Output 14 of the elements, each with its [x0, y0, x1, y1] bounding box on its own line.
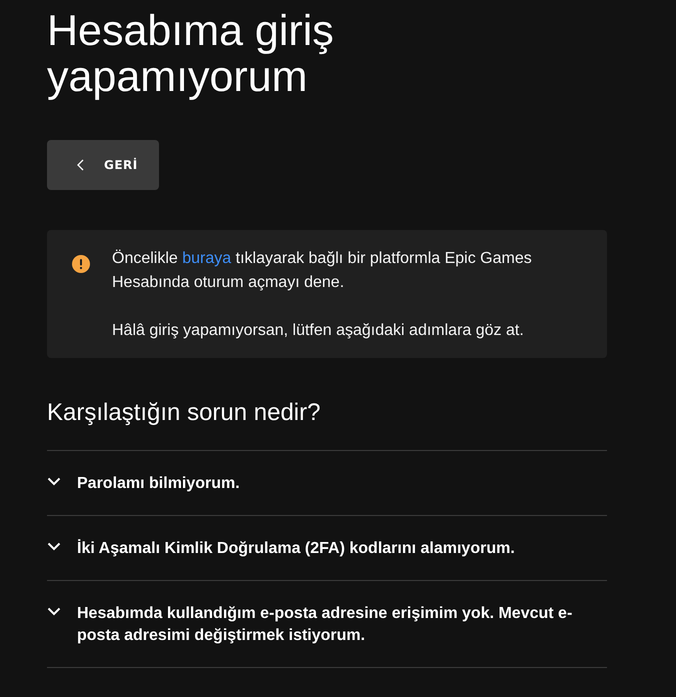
chevron-left-icon [77, 159, 84, 171]
accordion-item[interactable]: Hesabımda kullandığım e-posta adresine erişimim yok. Mevcut e-posta adresimi değiştirmek istiyorum. [47, 581, 607, 668]
accordion-item[interactable]: Parolamı bilmiyorum. [47, 451, 607, 516]
link[interactable]: buraya [182, 250, 232, 267]
chevron-icon [47, 477, 61, 486]
notice-text: Öncelikle buraya tıklayarak bağlı bir platformla Epic Games Hesabında oturum açmayı dene. [112, 248, 533, 293]
notice-text: Hâlâ giriş yapamıyorsan, lütfen aşağıdaki adımlara göz at. [112, 321, 525, 341]
page-title: Hesabıma giriş yapamıyorum [47, 8, 335, 100]
chevron-icon [47, 542, 61, 551]
chevron-icon [47, 607, 61, 616]
warning-icon [72, 255, 90, 273]
accordion-item[interactable]: İki Aşamalı Kimlik Doğrulama (2FA) kodlarını alamıyorum. [47, 516, 607, 581]
back-button[interactable]: GERİ [47, 140, 159, 190]
section-heading: Karşılaştığın sorun nedir? [47, 398, 322, 428]
